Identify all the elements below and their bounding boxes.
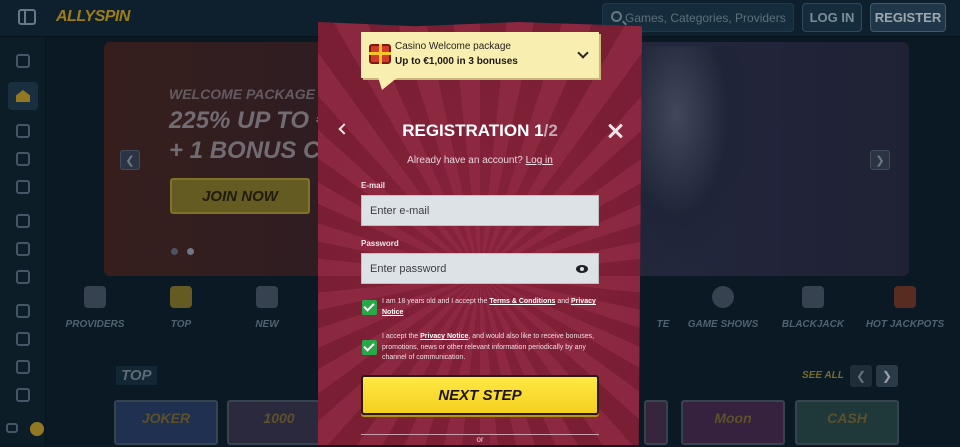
terms-link[interactable]: Terms & Conditions [489, 298, 555, 305]
welcome-package-dropdown[interactable]: Casino Welcome package Up to €1,000 in 3… [361, 32, 599, 78]
registration-step: REGISTRATION 1 [402, 121, 543, 140]
password-field-wrapper[interactable] [361, 253, 599, 284]
email-field[interactable] [362, 196, 598, 225]
marketing-consent-checkbox[interactable] [362, 340, 377, 355]
gift-box-icon [369, 44, 391, 64]
registration-modal: Casino Welcome package Up to €1,000 in 3… [318, 22, 642, 445]
next-step-button[interactable]: NEXT STEP [361, 375, 599, 415]
promo-title: Casino Welcome package [395, 41, 511, 52]
consent-text: I accept the [382, 333, 420, 340]
password-field[interactable] [362, 254, 598, 283]
privacy-notice-link[interactable]: Privacy Notice [420, 333, 468, 340]
consent-text: I am 18 years old and I accept the [382, 298, 489, 305]
password-label: Password [361, 239, 399, 248]
or-text: or [470, 435, 489, 444]
login-link[interactable]: Log in [526, 155, 553, 166]
marketing-consent-text: I accept the Privacy Notice, and would a… [382, 332, 596, 364]
registration-title: REGISTRATION 1/2 [318, 121, 642, 141]
age-terms-checkbox[interactable] [362, 300, 377, 315]
have-account-label: Already have an account? [407, 155, 523, 166]
close-icon[interactable] [607, 123, 623, 139]
consent-text: and [555, 298, 571, 305]
age-terms-text: I am 18 years old and I accept the Terms… [382, 297, 596, 318]
email-field-wrapper[interactable] [361, 195, 599, 226]
or-divider-label: or [318, 429, 642, 447]
chevron-down-icon[interactable] [577, 47, 588, 58]
promo-subtitle: Up to €1,000 in 3 bonuses [395, 56, 518, 67]
show-password-eye-icon[interactable] [576, 265, 588, 273]
have-account-text: Already have an account? Log in [318, 155, 642, 166]
registration-step-total: /2 [544, 121, 558, 140]
email-label: E-mail [361, 181, 385, 190]
